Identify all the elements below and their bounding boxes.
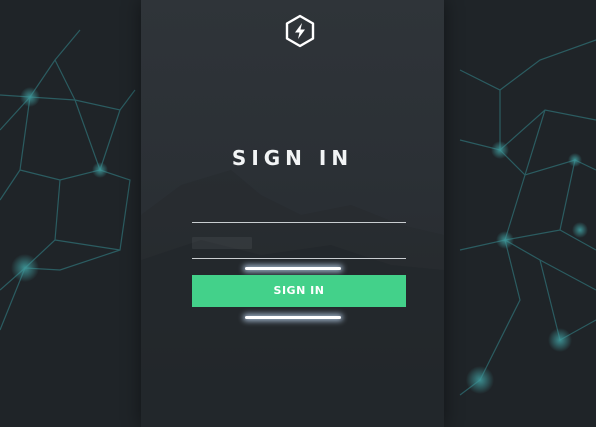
lightning-hexagon-icon	[285, 14, 315, 48]
sign-in-button[interactable]: SIGN IN	[192, 275, 406, 307]
username-field[interactable]	[192, 198, 406, 223]
light-bar-top	[245, 267, 341, 270]
light-bar-bottom	[245, 316, 341, 319]
page-title: SIGN IN	[231, 146, 354, 170]
password-field[interactable]	[192, 234, 406, 259]
sign-in-panel: SIGN IN SIGN IN	[141, 0, 444, 427]
